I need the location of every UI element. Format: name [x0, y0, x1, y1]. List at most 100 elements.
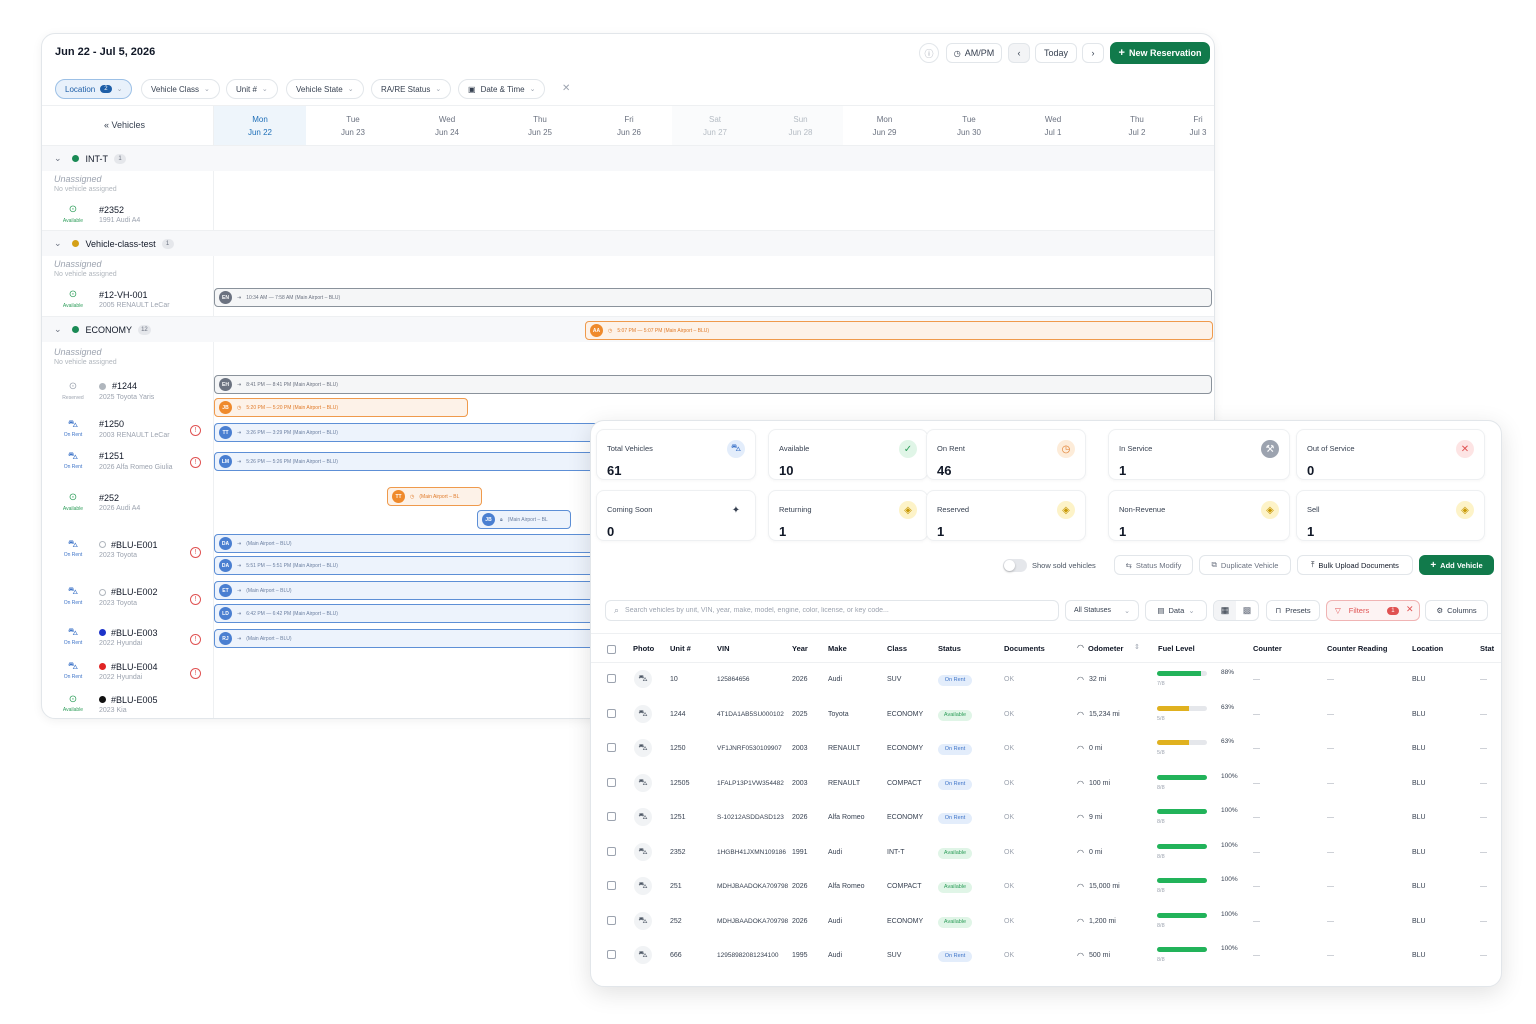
reservation-bar[interactable]: DA ⇥ 5:51 PM — 5:51 PM (Main Airport – BLU… [214, 556, 634, 575]
stat-card[interactable]: In Service 1 ⚒ [1108, 429, 1290, 480]
fuel-percent: 100% [1221, 807, 1238, 814]
add-vehicle-button[interactable]: + Add Vehicle [1419, 555, 1494, 575]
column-header[interactable]: Year [792, 644, 808, 653]
sort-icon[interactable]: ⇕ [1134, 643, 1140, 651]
reservation-bar[interactable]: ET ⇥ (Main Airport – BLU) [214, 581, 634, 600]
alert-icon[interactable]: ! [190, 594, 201, 605]
row-checkbox[interactable] [607, 881, 616, 890]
status-modify-button[interactable]: ⇆ Status Modify [1114, 555, 1193, 575]
filter-vehicle-state[interactable]: Vehicle State ⌄ [286, 79, 364, 99]
column-header[interactable]: Class [887, 644, 907, 653]
car-icon: ⛍ [634, 670, 652, 688]
column-header[interactable]: VIN [717, 644, 730, 653]
column-header[interactable]: Fuel Level [1158, 644, 1195, 653]
table-row[interactable]: ⛍ 2352 1HGBH41JXMN109186 1991 Audi INT-T… [591, 838, 1501, 872]
reservation-bar[interactable]: EN ⇥ 10:34 AM — 7:58 AM (Main Airport – BL… [214, 288, 1212, 307]
search-input[interactable]: ⌕ Search vehicles by unit, VIN, year, mak… [605, 600, 1059, 621]
make-cell: Audi [828, 917, 843, 925]
reservation-bar[interactable]: AA ◷ 5:07 PM — 5:07 PM (Main Airport – BLU… [585, 321, 1213, 340]
row-checkbox[interactable] [607, 674, 616, 683]
stat-card[interactable]: Returning 1 ◈ [768, 490, 928, 541]
reservation-bar[interactable]: RJ ⇥ (Main Airport – BLU) [214, 629, 634, 648]
table-row[interactable]: ⛍ 1250 VF1JNRF0530109907 2003 RENAULT EC… [591, 734, 1501, 768]
show-sold-toggle[interactable] [1003, 559, 1027, 572]
stat-card[interactable]: On Rent 46 ◷ [926, 429, 1086, 480]
alert-icon[interactable]: ! [190, 425, 201, 436]
alert-icon[interactable]: ! [190, 668, 201, 679]
bulk-upload-button[interactable]: ⤒ Bulk Upload Documents [1297, 555, 1413, 575]
new-reservation-button[interactable]: + New Reservation [1110, 42, 1210, 64]
column-header[interactable]: Counter Reading [1327, 644, 1387, 653]
alert-icon[interactable]: ! [190, 547, 201, 558]
group-row[interactable]: ⌄ Vehicle-class-test 1 [42, 230, 1214, 256]
reservation-bar[interactable]: TT ◷ (Main Airport – BL [387, 487, 482, 506]
stat-cell: — [1480, 814, 1487, 821]
table-row[interactable]: ⛍ 251 MDHJBAADOKA709798 2026 Alfa Romeo … [591, 872, 1501, 906]
column-header[interactable]: Stat [1480, 644, 1494, 653]
row-checkbox[interactable] [607, 743, 616, 752]
reservation-bar[interactable]: JB 🔒︎ (Main Airport – BL [477, 510, 571, 529]
grid-view-icon[interactable]: ▩ [1236, 601, 1258, 620]
column-header[interactable]: Unit # [670, 644, 691, 653]
column-header[interactable]: Status [938, 644, 961, 653]
today-button[interactable]: Today [1035, 43, 1077, 63]
stat-card[interactable]: Coming Soon 0 ✦ [596, 490, 756, 541]
filter-location[interactable]: Location 2 ⌄ [55, 79, 133, 99]
reservation-bar[interactable]: DA ⇥ (Main Airport – BLU) [214, 534, 634, 553]
row-checkbox[interactable] [607, 915, 616, 925]
row-checkbox[interactable] [607, 950, 616, 959]
row-checkbox[interactable] [607, 812, 616, 821]
column-header[interactable]: Counter [1253, 644, 1282, 653]
stat-card[interactable]: Reserved 1 ◈ [926, 490, 1086, 541]
table-row[interactable]: ⛍ 10 125864656 2026 Audi SUV On Rent OK … [591, 665, 1501, 699]
table-row[interactable]: ⛍ 1244 4T1DA1AB5SU000102 2025 Toyota ECO… [591, 700, 1501, 734]
collapse-vehicles-button[interactable]: « Vehicles [104, 120, 145, 130]
table-row[interactable]: ⛍ 666 12958982081234100 1995 Audi SUV On… [591, 941, 1501, 975]
reservation-bar[interactable]: JB ◷ 5:20 PM — 5:20 PM (Main Airport – BLU… [214, 398, 468, 417]
reservation-bar[interactable]: LM ⇥ 5:26 PM — 5:26 PM (Main Airport – BLU… [214, 452, 634, 471]
stat-card[interactable]: Available 10 ✓ [768, 429, 928, 480]
column-header[interactable]: Location [1412, 644, 1443, 653]
reservation-bar[interactable]: EH ⇥ 8:41 PM — 8:41 PM (Main Airport – BLU… [214, 375, 1212, 394]
column-header[interactable]: Make [828, 644, 847, 653]
table-view-icon[interactable]: ▦ [1214, 601, 1236, 620]
select-all-checkbox[interactable] [607, 645, 616, 654]
year-cell: 1995 [792, 952, 808, 959]
table-row[interactable]: ⛍ 252 MDHJBAADOKA709798 2026 Audi ECONOM… [591, 907, 1501, 941]
column-header[interactable]: Odometer [1088, 644, 1123, 653]
column-header[interactable]: Documents [1004, 644, 1045, 653]
clear-filters-icon[interactable]: ✕ [562, 83, 570, 94]
table-row[interactable]: ⛍ 12505 1FALP13P1VW354482 2003 RENAULT C… [591, 769, 1501, 803]
row-checkbox[interactable] [607, 708, 616, 718]
filter-rare-status[interactable]: RA/RE Status ⌄ [371, 79, 452, 99]
unit-cell: 1244 [670, 710, 686, 718]
alert-icon[interactable]: ! [190, 634, 201, 645]
next-button[interactable]: › [1082, 43, 1104, 63]
stat-card[interactable]: Out of Service 0 ✕ [1296, 429, 1485, 480]
info-icon[interactable]: ⓘ [919, 43, 939, 63]
status-select[interactable]: All Statuses ⌄ [1065, 600, 1139, 621]
clear-filters-icon[interactable]: ✕ [1406, 604, 1414, 615]
row-checkbox[interactable] [607, 846, 616, 856]
reservation-bar[interactable]: TT ⇥ 3:26 PM — 3:29 PM (Main Airport – BLU… [214, 423, 634, 442]
stat-card[interactable]: Non-Revenue 1 ◈ [1108, 490, 1290, 541]
data-menu-button[interactable]: ▤ Data ⌄ [1145, 600, 1207, 621]
row-checkbox[interactable] [607, 777, 616, 787]
duplicate-vehicle-button[interactable]: ⧉ Duplicate Vehicle [1199, 555, 1291, 575]
stat-card[interactable]: Total Vehicles 61 ⛍ [596, 429, 756, 480]
filter-vehicle-class[interactable]: Vehicle Class ⌄ [141, 79, 220, 99]
clock-icon: ◷ [953, 48, 961, 58]
presets-button[interactable]: ⊓ Presets [1266, 600, 1320, 621]
columns-button[interactable]: ⚙ Columns [1425, 600, 1488, 621]
filter-date-time[interactable]: ▣ Date & Time ⌄ [458, 79, 546, 99]
reservation-bar[interactable]: LD ⇥ 6:42 PM — 6:42 PM (Main Airport – BLU… [214, 604, 634, 623]
stat-card[interactable]: Sell 1 ◈ [1296, 490, 1485, 541]
column-header[interactable]: Photo [633, 644, 654, 653]
filter-unit[interactable]: Unit # ⌄ [226, 79, 278, 99]
table-row[interactable]: ⛍ 1251 S-10212ASDDASD123 2026 Alfa Romeo… [591, 803, 1501, 837]
group-row[interactable]: ⌄ INT-T 1 [42, 145, 1214, 171]
alert-icon[interactable]: ! [190, 457, 201, 468]
checkout-icon: ⇥ [237, 429, 242, 436]
ampm-toggle[interactable]: ◷ AM/PM [946, 43, 1002, 63]
prev-button[interactable]: ‹ [1008, 43, 1030, 63]
